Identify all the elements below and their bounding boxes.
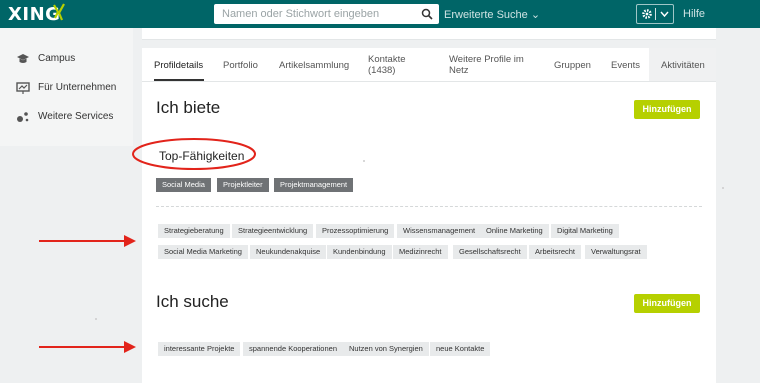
presentation-icon (16, 82, 30, 94)
tab-aktivitaeten[interactable]: Aktivitäten (661, 60, 705, 71)
seek-tag[interactable]: neue Kontakte (430, 342, 491, 356)
divider (655, 8, 656, 20)
card-top (142, 28, 716, 40)
annotation-arrow (39, 235, 136, 247)
active-tab-indicator (154, 79, 204, 81)
skill-tag[interactable]: Social Media Marketing (158, 245, 248, 259)
settings-menu-button[interactable] (636, 4, 674, 24)
skill-tag[interactable]: Medizinrecht (393, 245, 448, 259)
tab-kontakte[interactable]: Kontakte (1438) (368, 54, 406, 76)
sidebar-item-label: Campus (38, 53, 76, 64)
dots-icon (17, 112, 29, 122)
tab-profildetails[interactable]: Profildetails (154, 60, 203, 71)
skill-tag[interactable]: Strategieberatung (158, 224, 230, 238)
decorative-dot (95, 318, 97, 320)
skill-tag[interactable]: Neukundenakquise (250, 245, 327, 259)
add-offer-button[interactable]: Hinzufügen (634, 100, 700, 119)
skill-tag[interactable]: Strategieentwicklung (232, 224, 314, 238)
top-skill-tag[interactable]: Projektmanagement (274, 178, 354, 192)
top-skill-tag[interactable]: Social Media (156, 178, 211, 192)
tab-events[interactable]: Events (611, 60, 640, 71)
skill-tag[interactable]: Kundenbindung (327, 245, 392, 259)
offer-title: Ich biete (156, 98, 221, 117)
profile-card: Profildetails Portfolio Artikelsammlung … (132, 48, 716, 383)
skill-tag[interactable]: Gesellschaftsrecht (453, 245, 527, 259)
graduation-cap-icon (17, 54, 29, 63)
seek-tag[interactable]: spannende Kooperationen (243, 342, 343, 356)
chevron-down-icon (660, 11, 669, 18)
top-skill-tag[interactable]: Projektleiter (217, 178, 269, 192)
advanced-search-label: Erweiterte Suche (444, 9, 528, 21)
sidebar-item-label: Für Unternehmen (38, 82, 117, 93)
add-seek-button[interactable]: Hinzufügen (634, 294, 700, 313)
skill-tag[interactable]: Prozessoptimierung (316, 224, 395, 238)
sidebar: Campus Für Unternehmen Weitere Services (0, 28, 133, 146)
search-icon[interactable] (421, 8, 433, 20)
decorative-dot (363, 160, 365, 162)
search-placeholder: Namen oder Stichwort eingeben (222, 8, 380, 20)
sidebar-item-weitere-services[interactable]: Weitere Services (0, 108, 133, 128)
annotation-arrow (39, 341, 136, 353)
tab-weitere-profile[interactable]: Weitere Profile im Netz (449, 54, 524, 76)
skill-tag[interactable]: Arbeitsrecht (529, 245, 582, 259)
top-skills-title: Top-Fähigkeiten (159, 149, 245, 163)
skill-tag[interactable]: Digital Marketing (551, 224, 619, 238)
sidebar-item-campus[interactable]: Campus (0, 50, 133, 70)
xing-logo-icon (53, 3, 65, 21)
tab-portfolio[interactable]: Portfolio (223, 60, 258, 71)
advanced-search-link[interactable]: Erweiterte Suche ⌄ (444, 8, 540, 21)
gear-icon (642, 9, 652, 19)
help-link[interactable]: Hilfe (683, 8, 705, 20)
seek-tag[interactable]: Nutzen von Synergien (343, 342, 429, 356)
divider (156, 206, 702, 207)
skill-tag[interactable]: Online Marketing (480, 224, 549, 238)
sidebar-item-label: Weitere Services (38, 111, 114, 122)
sidebar-item-fuer-unternehmen[interactable]: Für Unternehmen (0, 79, 133, 99)
tab-artikelsammlung[interactable]: Artikelsammlung (279, 60, 349, 71)
decorative-dot (722, 187, 724, 189)
top-bar: XING Namen oder Stichwort eingeben Erwei… (0, 0, 760, 28)
seek-tag[interactable]: interessante Projekte (158, 342, 241, 356)
seek-title: Ich suche (156, 292, 229, 311)
skill-tag[interactable]: Wissensmanagement (397, 224, 482, 238)
profile-tabs: Profildetails Portfolio Artikelsammlung … (142, 48, 716, 82)
tab-gruppen[interactable]: Gruppen (554, 60, 591, 71)
skill-tag[interactable]: Verwaltungsrat (585, 245, 647, 259)
search-input[interactable]: Namen oder Stichwort eingeben (214, 4, 439, 24)
